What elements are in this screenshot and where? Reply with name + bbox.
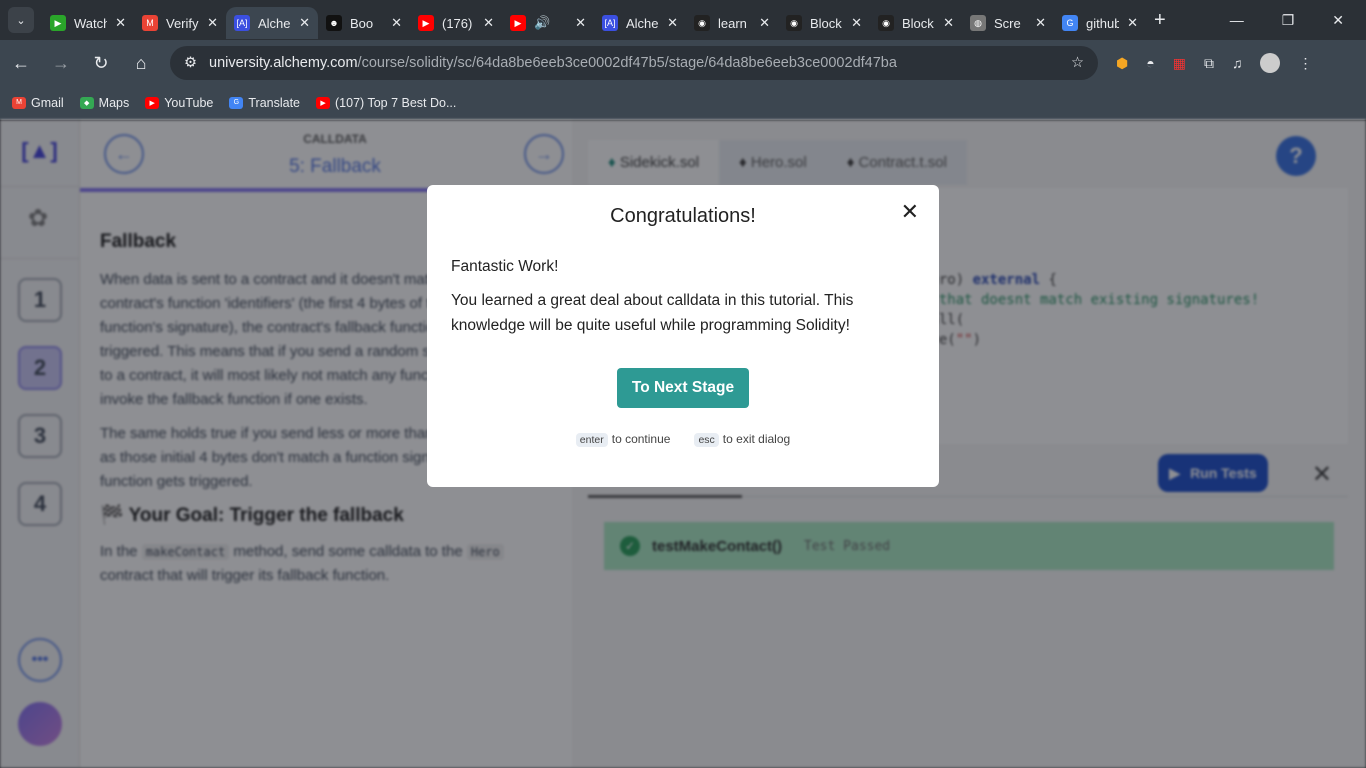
dialog-message: Fantastic Work! — [451, 258, 559, 275]
browser-tab[interactable]: Ggithub ✕ — [1054, 7, 1146, 39]
browser-tab[interactable]: [A]Alchemy✕ — [594, 7, 686, 39]
browser-tab[interactable]: ▶ (176) ✕ — [410, 7, 502, 39]
close-tab-icon[interactable]: ✕ — [1035, 15, 1046, 31]
browser-tab[interactable]: ◉ learn ✕ — [686, 7, 778, 39]
extension-icon[interactable]: ◓ — [1146, 55, 1154, 71]
browser-toolbar: ← → ↻ ⌂ ⚙ university.alchemy.com/course/… — [0, 40, 1366, 86]
close-tab-icon[interactable]: ✕ — [759, 15, 770, 31]
tab-favicon-icon: M — [142, 15, 158, 31]
profile-avatar[interactable] — [1260, 53, 1281, 73]
close-tab-icon[interactable]: ✕ — [483, 15, 494, 31]
close-window-icon[interactable]: ✕ — [1332, 12, 1344, 29]
browser-tab[interactable]: ▶ Watch ✕ — [42, 7, 134, 39]
tab-favicon-icon: ◉ — [786, 15, 802, 31]
menu-icon[interactable]: ⋮ — [1298, 55, 1312, 72]
back-button[interactable]: ← — [10, 53, 32, 74]
tab-favicon-icon: [A] — [602, 15, 618, 31]
bookmark-favicon-icon: ▶ — [316, 96, 331, 109]
bookmark-favicon-icon: ◆ — [79, 96, 94, 109]
bookmark-item[interactable]: ▶ (107) Top 7 Best Do... — [316, 96, 456, 110]
tab-favicon-icon: ▶ — [510, 15, 526, 31]
bookmark-favicon-icon: ▶ — [145, 96, 160, 109]
extension-red-icon[interactable]: ▦ — [1173, 55, 1186, 72]
extensions-puzzle-icon[interactable]: ⧉ — [1204, 55, 1214, 72]
browser-tab[interactable]: ☻ Boo ✕ — [318, 7, 410, 39]
minimize-icon[interactable]: — — [1230, 12, 1244, 29]
bookmark-item[interactable]: ◆ Maps — [79, 96, 129, 110]
browser-tab[interactable]: [A]Alchemy✕ — [226, 7, 318, 39]
close-dialog-icon[interactable]: ✕ — [901, 199, 919, 225]
browser-tab[interactable]: ◉ Block ✕ — [870, 7, 962, 39]
tab-favicon-icon: ◉ — [878, 15, 894, 31]
tab-search-button[interactable]: ⌄ — [8, 7, 34, 33]
bookmark-favicon-icon: M — [12, 96, 26, 109]
restore-icon[interactable]: ❐ — [1282, 12, 1295, 29]
congratulations-dialog: Congratulations! ✕ Fantastic Work! You l… — [427, 185, 939, 487]
close-tab-icon[interactable]: ✕ — [575, 15, 586, 31]
tab-favicon-icon: ◉ — [694, 15, 710, 31]
esc-hint: esc to exit dialog — [694, 432, 790, 447]
close-tab-icon[interactable]: ✕ — [851, 15, 862, 31]
close-tab-icon[interactable]: ✕ — [667, 15, 678, 31]
reload-button[interactable]: ↻ — [90, 53, 112, 74]
bookmark-favicon-icon: G — [229, 96, 244, 109]
bookmark-star-icon[interactable]: ☆ — [1071, 55, 1084, 71]
close-tab-icon[interactable]: ✕ — [207, 15, 218, 31]
tab-favicon-icon: ◍ — [970, 15, 986, 31]
bookmark-item[interactable]: M Gmail — [12, 96, 64, 110]
brave-shield-icon[interactable]: ⬢ — [1116, 55, 1128, 72]
address-bar[interactable]: ⚙ university.alchemy.com/course/solidity… — [170, 46, 1098, 80]
close-tab-icon[interactable]: ✕ — [391, 15, 402, 31]
browser-tab[interactable]: M Verify ✕ — [134, 7, 226, 39]
home-button[interactable]: ⌂ — [130, 53, 152, 74]
bookmark-item[interactable]: ▶ YouTube — [145, 96, 213, 110]
close-tab-icon[interactable]: ✕ — [115, 15, 126, 31]
tab-favicon-icon: ▶ — [50, 15, 66, 31]
dialog-message: You learned a great deal about calldata … — [451, 292, 854, 334]
dialog-title: Congratulations! — [610, 205, 756, 227]
next-stage-button[interactable]: To Next Stage — [617, 368, 749, 408]
tab-favicon-icon: G — [1062, 15, 1078, 31]
tab-favicon-icon: ▶ — [418, 15, 434, 31]
site-info-icon[interactable]: ⚙ — [184, 55, 197, 71]
close-tab-icon[interactable]: ✕ — [1127, 15, 1138, 31]
media-control-icon[interactable]: ♫ — [1232, 55, 1243, 71]
new-tab-button[interactable]: + — [1154, 9, 1166, 32]
browser-tab[interactable]: ▶ 🔊 ✕ — [502, 7, 594, 39]
tab-strip: ⌄ ▶Watch✕MVerify✕[A]Alchemy✕☻Boo✕▶(176)✕… — [0, 0, 1366, 40]
browser-tab[interactable]: ◉ Block ✕ — [778, 7, 870, 39]
forward-button[interactable]: → — [50, 53, 72, 74]
close-tab-icon[interactable]: ✕ — [299, 15, 310, 31]
tab-favicon-icon: [A] — [234, 15, 250, 31]
enter-hint: enter to continue — [575, 432, 670, 447]
close-tab-icon[interactable]: ✕ — [943, 15, 954, 31]
tab-favicon-icon: ☻ — [326, 15, 342, 31]
bookmarks-bar: M Gmail ◆ Maps ▶ YouTube G Translate ▶ (107) Top … — [0, 86, 1366, 120]
bookmark-item[interactable]: G Translate — [229, 96, 300, 110]
browser-tab[interactable]: ◍ Scre ✕ — [962, 7, 1054, 39]
